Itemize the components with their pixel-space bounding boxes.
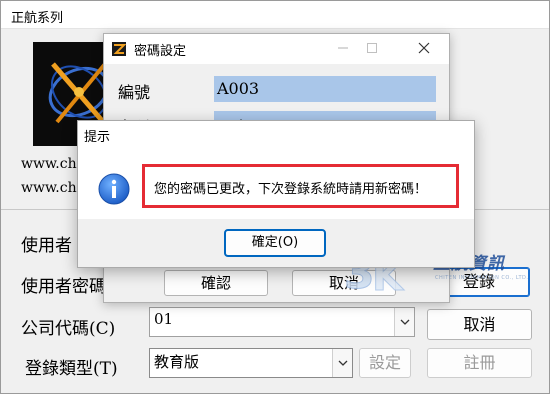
login-type-value: 教育版 — [154, 353, 200, 371]
login-type-label: 登錄類型(T) — [25, 359, 118, 379]
login-window-titlebar: 正航系列 — [1, 1, 549, 29]
number-field[interactable]: A003 — [214, 76, 436, 102]
close-icon[interactable] — [415, 39, 433, 57]
message-dialog-titlebar: 提示 — [78, 121, 474, 147]
login-type-combobox[interactable]: 教育版 — [149, 348, 353, 378]
password-dialog-title: 密碼設定 — [134, 44, 187, 59]
password-dialog-titlebar: 密碼設定 — [104, 34, 449, 64]
cancel-button[interactable]: 取消 — [427, 309, 532, 340]
message-dialog: 提示 您的密碼已更改，下次登錄系統時請用新密碼！ 確定(O) — [77, 120, 475, 268]
minimize-icon[interactable] — [334, 39, 352, 57]
chevron-down-icon[interactable] — [332, 349, 352, 377]
company-code-label: 公司代碼(C) — [21, 319, 116, 339]
setting-button[interactable]: 設定 — [359, 348, 411, 378]
message-text: 您的密碼已更改，下次登錄系統時請用新密碼！ — [154, 182, 428, 197]
message-body: 您的密碼已更改，下次登錄系統時請用新密碼！ — [78, 147, 474, 219]
register-button[interactable]: 註冊 — [427, 348, 532, 378]
number-value: A003 — [217, 79, 260, 98]
info-icon — [98, 173, 130, 205]
confirm-button[interactable]: 確認 — [164, 270, 268, 296]
user-label: 使用者 — [21, 236, 72, 256]
brand-english: CHITEN INFORMATION CO., LTD. — [435, 275, 529, 281]
maximize-icon[interactable] — [363, 39, 381, 57]
website-url: www.ch — [21, 156, 77, 172]
website-url: www.chi — [21, 180, 82, 196]
message-dialog-title: 提示 — [84, 130, 111, 145]
company-code-value: 01 — [154, 310, 174, 328]
message-highlight-box: 您的密碼已更改，下次登錄系統時請用新密碼！ — [142, 164, 459, 208]
ok-button[interactable]: 確定(O) — [224, 229, 326, 257]
dialog-title-icon — [112, 42, 127, 56]
company-code-combobox[interactable]: 01 — [149, 307, 415, 337]
chevron-down-icon[interactable] — [394, 308, 414, 336]
password-label: 使用者密碼 — [21, 277, 106, 297]
number-label: 編號 — [118, 83, 151, 102]
login-window-title: 正航系列 — [11, 11, 64, 26]
